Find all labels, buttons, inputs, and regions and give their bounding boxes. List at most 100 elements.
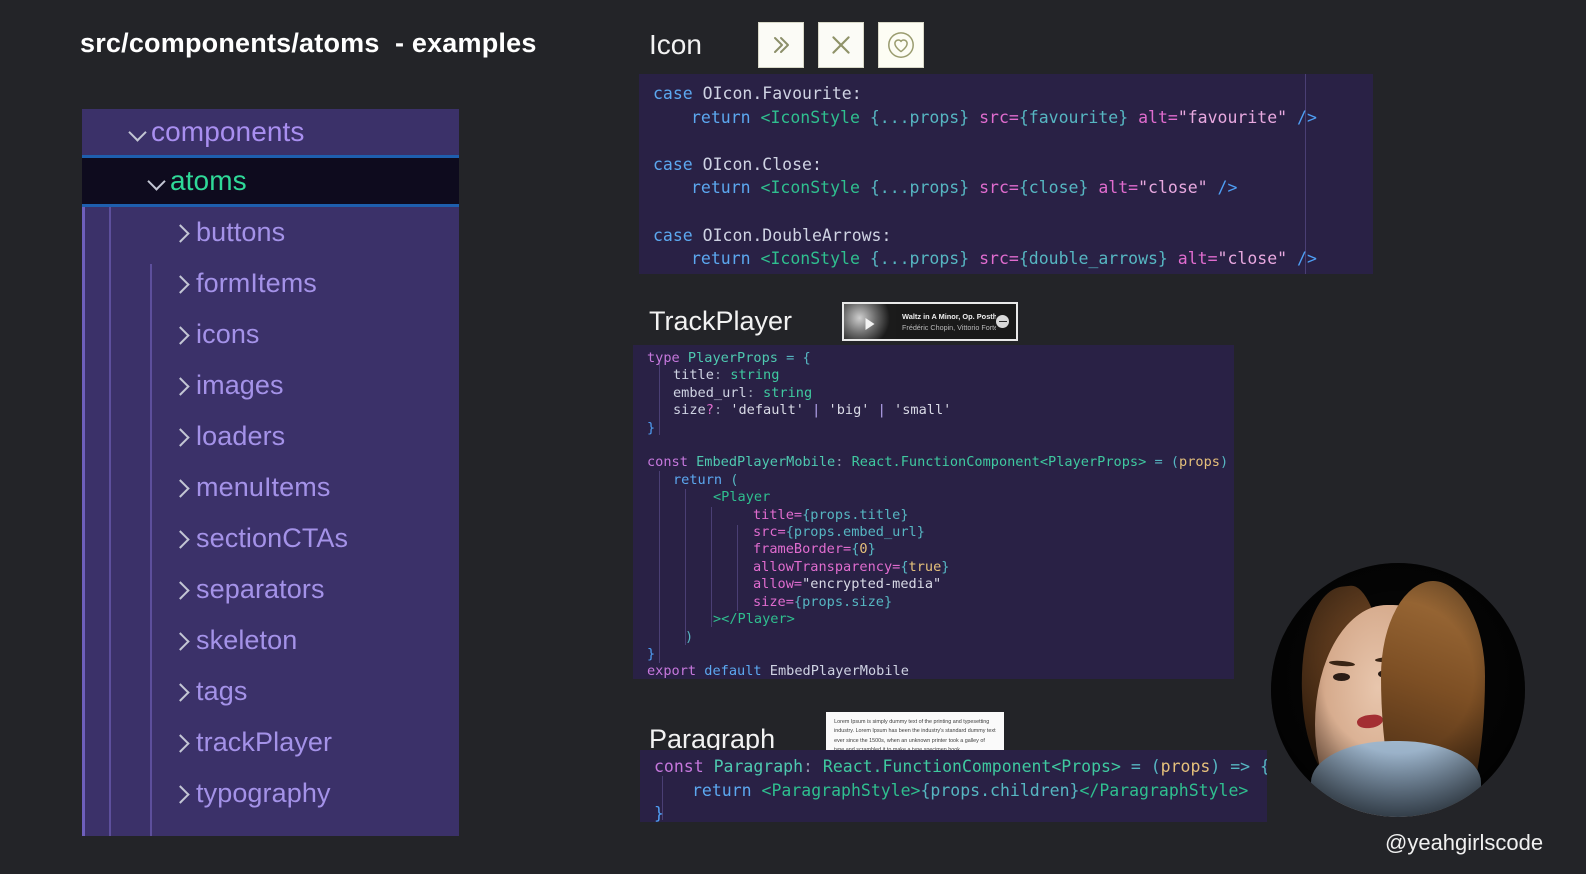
sidebar-item-images[interactable]: images [82, 360, 459, 411]
chevron-right-icon[interactable] [170, 679, 196, 705]
icon-code-block: case OIcon.Favourite: return <IconStyle … [639, 74, 1373, 274]
sidebar-item-tags[interactable]: tags [82, 666, 459, 717]
code-line: embed_url: string [673, 384, 813, 401]
code-line: type PlayerProps = { [647, 350, 811, 366]
sidebar-item-label: icons [196, 319, 260, 349]
code-line: size={props.size} [753, 593, 893, 610]
sidebar-item-label: typography [196, 778, 331, 808]
code-line: } [647, 645, 656, 662]
close-icon-button[interactable] [817, 22, 864, 68]
sidebar-item-label: buttons [196, 217, 286, 247]
chevron-right-icon[interactable] [170, 271, 196, 297]
chevron-right-icon[interactable] [170, 475, 196, 501]
favourite-icon [888, 32, 914, 58]
code-line: } [647, 419, 656, 436]
code-line: return ( [673, 471, 739, 488]
chevron-right-icon[interactable] [170, 220, 196, 246]
sidebar-item-label: menuItems [196, 472, 331, 502]
track-player-widget[interactable]: Waltz in A Minor, Op. Posth... Frédéric … [842, 302, 1019, 341]
code-line: const EmbedPlayerMobile: React.FunctionC… [647, 454, 1229, 471]
sidebar-item-typography[interactable]: typography [82, 768, 459, 819]
screen-root: src/components/atoms - examples componen… [0, 0, 1586, 874]
icon-section-header: Icon [649, 22, 924, 68]
sidebar-item-label: sectionCTAs [196, 523, 349, 553]
sidebar-item-separators[interactable]: separators [82, 564, 459, 615]
sidebar-item-label: trackPlayer [196, 727, 333, 757]
chevron-right-icon[interactable] [170, 424, 196, 450]
paragraph-code-block: const Paragraph: React.FunctionComponent… [640, 750, 1267, 822]
sidebar-item-label: components [151, 116, 305, 147]
tree-rows: components atoms buttons formItems icons [82, 109, 459, 819]
sidebar-item-label: tags [196, 676, 248, 706]
social-handle: @yeahgirlscode [1385, 830, 1544, 855]
code-line: title={props.title} [753, 506, 909, 523]
chevron-right-icon[interactable] [170, 373, 196, 399]
component-tree-panel: components atoms buttons formItems icons [82, 109, 459, 836]
code-line: <Player [713, 489, 771, 506]
trackplayer-section-header: TrackPlayer Waltz in A Minor, Op. Posth.… [649, 302, 1019, 341]
sidebar-item-label: separators [196, 574, 325, 604]
double-arrows-icon [773, 37, 789, 53]
sidebar-item-buttons[interactable]: buttons [82, 207, 459, 258]
code-line: title: string [673, 367, 780, 384]
sidebar-item-icons[interactable]: icons [82, 309, 459, 360]
sidebar-item-skeleton[interactable]: skeleton [82, 615, 459, 666]
code-line: return <IconStyle {...props} src={close}… [691, 178, 1238, 198]
double-arrows-icon-button[interactable] [757, 22, 804, 68]
code-line: return <IconStyle {...props} src={favour… [691, 107, 1317, 127]
code-line: return <ParagraphStyle>{props.children}<… [692, 780, 1249, 800]
trackplayer-section-label: TrackPlayer [649, 306, 793, 336]
chevron-down-icon[interactable] [125, 119, 151, 145]
sidebar-item-label: formItems [196, 268, 317, 298]
vignette [1271, 563, 1525, 817]
chevron-right-icon[interactable] [170, 628, 196, 654]
favourite-icon-button[interactable] [877, 22, 924, 68]
icon-preview-buttons [757, 22, 924, 68]
track-artist: Frédéric Chopin, Vittorio Forte [902, 322, 997, 332]
sidebar-item-label: skeleton [196, 625, 298, 655]
code-line: allowTransparency={true} [753, 558, 950, 575]
code-line: case OIcon.Close: [653, 154, 822, 174]
code-line: const Paragraph: React.FunctionComponent… [654, 757, 1267, 776]
track-thumbnail [844, 304, 897, 339]
sidebar-item-loaders[interactable]: loaders [82, 411, 459, 462]
code-line: size?: 'default' | 'big' | 'small' [673, 402, 952, 419]
chevron-right-icon[interactable] [170, 526, 196, 552]
code-line: frameBorder={0} [753, 541, 876, 558]
icon-section-label: Icon [649, 29, 702, 60]
trackplayer-code-block: type PlayerProps = { title: string embed… [633, 345, 1234, 679]
play-icon[interactable] [865, 318, 875, 331]
code-line: allow="encrypted-media" [753, 576, 942, 593]
sidebar-item-menuitems[interactable]: menuItems [82, 462, 459, 513]
sidebar-item-formitems[interactable]: formItems [82, 258, 459, 309]
more-icon[interactable] [996, 315, 1010, 328]
code-line: src={props.embed_url} [753, 524, 925, 541]
chevron-right-icon[interactable] [170, 577, 196, 603]
sidebar-item-atoms[interactable]: atoms [82, 155, 459, 207]
close-icon [832, 36, 850, 54]
code-line: export default EmbedPlayerMobile [647, 663, 909, 679]
sidebar-item-sectionctas[interactable]: sectionCTAs [82, 513, 459, 564]
webcam-avatar [1271, 563, 1525, 817]
code-line: case OIcon.Favourite: [653, 84, 862, 103]
code-line: ></Player> [713, 611, 795, 628]
sidebar-item-label: loaders [196, 421, 286, 451]
chevron-right-icon[interactable] [170, 781, 196, 807]
chevron-right-icon[interactable] [170, 730, 196, 756]
sidebar-item-label: atoms [170, 165, 247, 196]
code-line: ) [685, 628, 694, 645]
code-line: case OIcon.DoubleArrows: [653, 225, 892, 245]
code-line: return <IconStyle {...props} src={double… [691, 249, 1317, 269]
code-line: } [654, 804, 664, 822]
sidebar-item-label: images [196, 370, 284, 400]
chevron-down-icon[interactable] [144, 168, 170, 194]
chevron-right-icon[interactable] [170, 322, 196, 348]
track-meta: Waltz in A Minor, Op. Posth... Frédéric … [896, 312, 996, 332]
sidebar-item-trackplayer[interactable]: trackPlayer [82, 717, 459, 768]
page-title: src/components/atoms - examples [80, 28, 537, 58]
sidebar-item-components[interactable]: components [82, 109, 459, 155]
track-title: Waltz in A Minor, Op. Posth... [902, 311, 997, 321]
